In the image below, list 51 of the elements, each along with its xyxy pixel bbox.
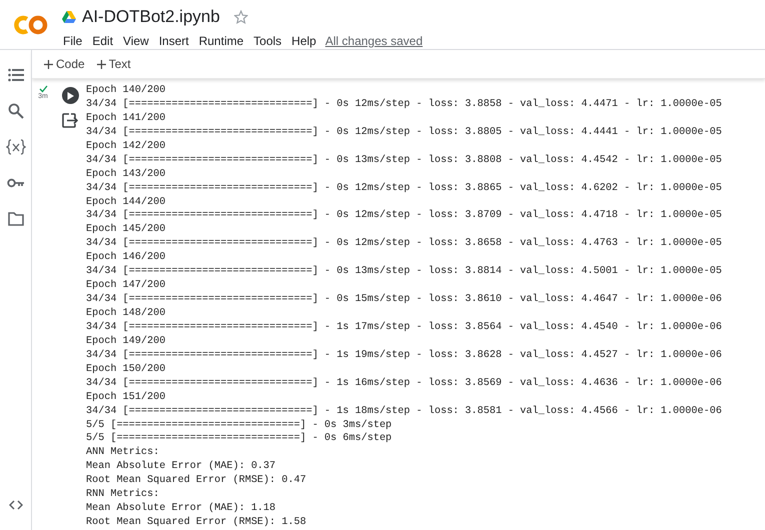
output-line: Epoch 144/200 xyxy=(86,196,166,210)
logo-icon xyxy=(13,14,49,36)
output-line: Epoch 142/200 xyxy=(86,140,166,154)
output-line: 34/34 [==============================] - 0s 12ms/step - loss: 3.8865 - val_loss: 4.6202 - lr: 1.0000e-05 xyxy=(86,182,722,196)
menu-item[interactable]: Help xyxy=(286,32,322,50)
output-line: Mean Absolute Error (MAE): 1.18 xyxy=(86,502,277,516)
output-line: 34/34 [==============================] - 0s 13ms/step - loss: 3.8814 - val_loss: 4.5001 - lr: 1.0000e-05 xyxy=(86,265,722,280)
output-line: Root Mean Squared Error (RMSE): 1.58 xyxy=(86,516,308,530)
output-line: 5/5 [==============================] - 0s 6ms/step xyxy=(86,432,393,446)
menu-item[interactable]: Tools xyxy=(248,32,287,50)
output-line: 34/34 [==============================] - 1s 16ms/step - loss: 3.8569 - val_loss: 4.4636 - lr: 1.0000e-06 xyxy=(86,376,722,391)
output-line: Epoch 151/200 xyxy=(86,390,166,405)
output-line: Epoch 143/200 xyxy=(86,168,166,182)
menu-item[interactable]: Runtime xyxy=(194,32,249,50)
output-line: 34/34 [==============================] - 0s 12ms/step - loss: 3.8858 - val_loss: 4.4471 - lr: 1.0000e-05 xyxy=(86,98,722,112)
drive-icon xyxy=(62,11,76,23)
output-line: 34/34 [==============================] - 1s 19ms/step - loss: 3.8628 - val_loss: 4.4527 - lr: 1.0000e-06 xyxy=(86,348,722,363)
run-button[interactable] xyxy=(62,87,78,104)
output-line: 34/34 [==============================] - 0s 13ms/step - loss: 3.8808 - val_loss: 4.4542 - lr: 1.0000e-05 xyxy=(86,154,722,168)
output-line: 34/34 [==============================] - 1s 17ms/step - loss: 3.8564 - val_loss: 4.4540 - lr: 1.0000e-06 xyxy=(86,320,722,335)
output-line: RNN Metrics: xyxy=(86,488,160,502)
output-line: Epoch 146/200 xyxy=(86,251,166,266)
menu-item[interactable]: View xyxy=(118,32,154,50)
output-line: Mean Absolute Error (MAE): 0.37 xyxy=(86,460,277,474)
add-cell-button[interactable]: Text xyxy=(92,55,135,73)
plus-icon xyxy=(44,60,53,68)
output-line: ANN Metrics: xyxy=(86,446,160,460)
output-line: Epoch 148/200 xyxy=(86,307,166,321)
output-line: Epoch 141/200 xyxy=(86,112,166,126)
add-cell-button[interactable]: Code xyxy=(40,55,89,73)
plus-icon xyxy=(96,60,106,68)
output-actions-icon[interactable] xyxy=(62,113,78,128)
output-line: Epoch 147/200 xyxy=(86,279,166,294)
star-icon[interactable] xyxy=(234,10,248,24)
notebook-title[interactable]: AI-DOTBot2.ipynb xyxy=(82,7,220,27)
play-icon xyxy=(66,92,74,100)
output-line: 5/5 [==============================] - 0s 3ms/step xyxy=(86,418,393,432)
menu-item[interactable]: Edit xyxy=(87,32,118,50)
output-line: Epoch 149/200 xyxy=(86,334,166,349)
output-line: Epoch 145/200 xyxy=(86,223,166,238)
output-line: 34/34 [==============================] - 0s 12ms/step - loss: 3.8658 - val_loss: 4.4763 - lr: 1.0000e-05 xyxy=(86,237,722,252)
output-line: 34/34 [==============================] - 1s 18ms/step - loss: 3.8581 - val_loss: 4.4566 - lr: 1.0000e-06 xyxy=(86,404,722,418)
output-line: Root Mean Squared Error (RMSE): 0.47 xyxy=(86,474,308,488)
output-line: Epoch 140/200 xyxy=(86,84,166,98)
save-status-link[interactable]: All changes saved xyxy=(325,34,423,48)
output-line: Epoch 150/200 xyxy=(86,362,166,377)
output-line: 34/34 [==============================] - 0s 12ms/step - loss: 3.8709 - val_loss: 4.4718 - lr: 1.0000e-05 xyxy=(86,209,722,224)
output-line: 34/34 [==============================] - 0s 15ms/step - loss: 3.8610 - val_loss: 4.4647 - lr: 1.0000e-06 xyxy=(86,293,722,307)
output-line: 34/34 [==============================] - 0s 12ms/step - loss: 3.8805 - val_loss: 4.4441 - lr: 1.0000e-05 xyxy=(86,126,722,140)
menu-item[interactable]: File xyxy=(58,32,88,50)
menu-item[interactable]: Insert xyxy=(154,32,194,50)
